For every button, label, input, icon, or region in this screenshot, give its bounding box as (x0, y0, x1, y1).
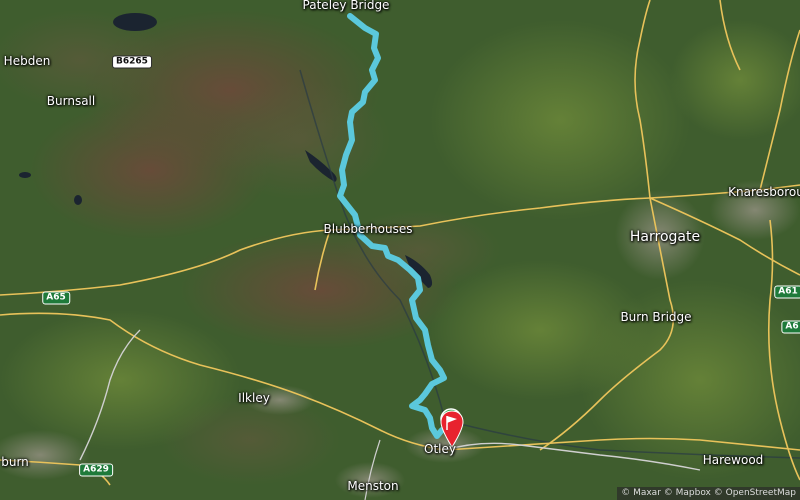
place-label-harewood: Harewood (702, 453, 764, 467)
road-shield-a6: A6 (781, 320, 800, 334)
place-label-hebden: Hebden (3, 54, 51, 68)
road-shield-b6265: B6265 (112, 55, 152, 69)
place-label-otley: Otley (424, 442, 456, 456)
place-label-blubberhouses: Blubberhouses (323, 222, 413, 236)
road-shield-a61: A61 (774, 285, 800, 299)
place-label-knaresborough: Knaresborou (728, 185, 800, 199)
map-attribution[interactable]: © Maxar © Mapbox © OpenStreetMap (617, 487, 800, 500)
place-label-burn-bridge: Burn Bridge (620, 310, 692, 324)
place-label-ilkley: Ilkley (238, 391, 270, 405)
road-shield-a65: A65 (42, 291, 70, 305)
place-label-burn-left: burn (1, 455, 29, 469)
place-label-burnsall: Burnsall (46, 94, 96, 108)
map-base-layer (0, 0, 800, 500)
place-label-pateley-bridge: Pateley Bridge (302, 0, 390, 12)
place-label-menston: Menston (347, 479, 399, 493)
map-canvas[interactable]: Pateley Bridge Hebden Burnsall Blubberho… (0, 0, 800, 500)
place-label-harrogate: Harrogate (629, 229, 701, 245)
road-shield-a629: A629 (79, 463, 113, 477)
reservoir-north (113, 13, 157, 31)
